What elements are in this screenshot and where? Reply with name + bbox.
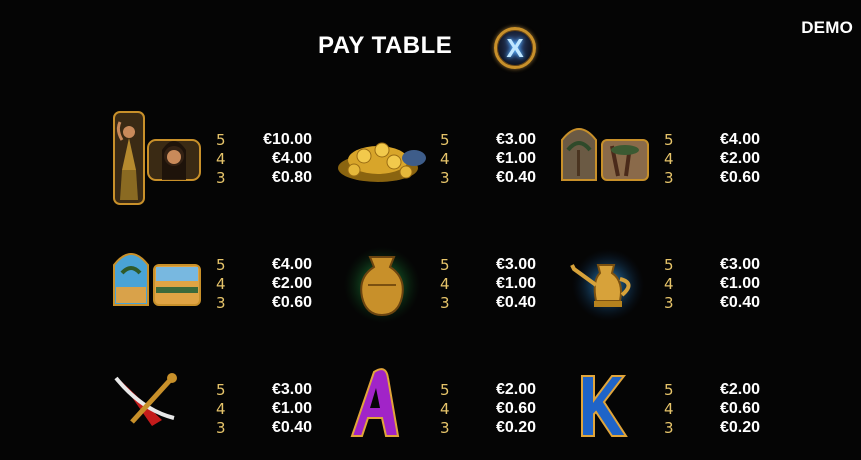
match-count: 3 — [440, 168, 450, 187]
golden-teapot-icon — [570, 249, 644, 321]
payout-value: €2.00 — [719, 380, 760, 398]
golden-vase-icon — [344, 247, 420, 323]
pay-list: 5 €2.00 4 €0.60 3 €0.20 — [664, 380, 760, 437]
match-count: 3 — [664, 293, 674, 312]
payout-value: €4.00 — [271, 255, 312, 273]
dancer-portrait-icon — [113, 111, 201, 205]
payout-value: €0.40 — [495, 168, 536, 186]
payout-value: €0.20 — [495, 418, 536, 436]
payout-value: €3.00 — [271, 380, 312, 398]
letter-a-icon — [350, 368, 400, 437]
match-count: 5 — [440, 130, 450, 149]
paytable-entry: 5 €2.00 4 €0.60 3 €0.20 — [336, 360, 561, 460]
paytable-entry: 5 €4.00 4 €2.00 3 €0.60 — [560, 110, 785, 210]
oasis-scene-icon — [113, 253, 201, 306]
payout-value: €0.80 — [271, 168, 312, 186]
page-title: PAY TABLE — [318, 32, 453, 59]
paytable-entry: 5 €3.00 4 €1.00 3 €0.40 — [336, 235, 561, 335]
paytable-entry: 5 €2.00 4 €0.60 3 €0.20 — [560, 360, 785, 460]
match-count: 4 — [440, 399, 450, 418]
letter-k-icon — [581, 375, 628, 437]
payout-value: €1.00 — [495, 149, 536, 167]
paytable-entry: 5 €10.00 4 €4.00 3 €0.80 — [112, 110, 337, 210]
demo-badge: DEMO — [801, 18, 853, 37]
pay-list: 5 €10.00 4 €4.00 3 €0.80 — [216, 130, 312, 187]
match-count: 5 — [216, 130, 226, 149]
payout-value: €4.00 — [719, 130, 760, 148]
paytable-entry: 5 €4.00 4 €2.00 3 €0.60 — [112, 235, 337, 335]
close-button[interactable]: X — [494, 27, 536, 69]
payout-value: €0.60 — [495, 399, 536, 417]
match-count: 5 — [440, 255, 450, 274]
match-count: 5 — [664, 130, 674, 149]
payout-value: €1.00 — [719, 274, 760, 292]
match-count: 4 — [664, 399, 674, 418]
match-count: 5 — [216, 380, 226, 399]
payout-value: €3.00 — [719, 255, 760, 273]
close-icon: X — [506, 33, 524, 63]
payout-value: €0.40 — [719, 293, 760, 311]
payout-value: €0.40 — [495, 293, 536, 311]
palm-arches-icon — [561, 128, 649, 181]
paytable-entry: 5 €3.00 4 €1.00 3 €0.40 — [112, 360, 337, 460]
payout-value: €0.60 — [719, 168, 760, 186]
pay-list: 5 €3.00 4 €1.00 3 €0.40 — [440, 255, 536, 312]
match-count: 5 — [216, 255, 226, 274]
payout-value: €4.00 — [271, 149, 312, 167]
paytable-entry: 5 €3.00 4 €1.00 3 €0.40 — [336, 110, 561, 210]
crossed-swords-icon — [114, 373, 177, 426]
payout-value: €3.00 — [495, 255, 536, 273]
match-count: 3 — [664, 168, 674, 187]
match-count: 4 — [664, 149, 674, 168]
payout-value: €1.00 — [271, 399, 312, 417]
match-count: 3 — [440, 293, 450, 312]
match-count: 4 — [440, 274, 450, 293]
match-count: 3 — [216, 168, 226, 187]
pay-list: 5 €4.00 4 €2.00 3 €0.60 — [664, 130, 760, 187]
pay-list: 5 €3.00 4 €1.00 3 €0.40 — [216, 380, 312, 437]
match-count: 5 — [664, 255, 674, 274]
payout-value: €0.60 — [719, 399, 760, 417]
match-count: 5 — [664, 380, 674, 399]
gold-coins-icon — [338, 142, 426, 182]
match-count: 3 — [216, 293, 226, 312]
pay-list: 5 €4.00 4 €2.00 3 €0.60 — [216, 255, 312, 312]
match-count: 3 — [216, 418, 226, 437]
match-count: 4 — [216, 399, 226, 418]
pay-list: 5 €2.00 4 €0.60 3 €0.20 — [440, 380, 536, 437]
match-count: 5 — [440, 380, 450, 399]
match-count: 3 — [440, 418, 450, 437]
match-count: 3 — [664, 418, 674, 437]
payout-value: €0.40 — [271, 418, 312, 436]
paytable-entry: 5 €3.00 4 €1.00 3 €0.40 — [560, 235, 785, 335]
match-count: 4 — [440, 149, 450, 168]
payout-value: €2.00 — [495, 380, 536, 398]
payout-value: €1.00 — [495, 274, 536, 292]
pay-list: 5 €3.00 4 €1.00 3 €0.40 — [440, 130, 536, 187]
match-count: 4 — [216, 274, 226, 293]
payout-value: €2.00 — [271, 274, 312, 292]
payout-value: €0.60 — [271, 293, 312, 311]
pay-list: 5 €3.00 4 €1.00 3 €0.40 — [664, 255, 760, 312]
payout-value: €3.00 — [495, 130, 536, 148]
payout-value: €0.20 — [719, 418, 760, 436]
payout-value: €2.00 — [719, 149, 760, 167]
match-count: 4 — [216, 149, 226, 168]
payout-value: €10.00 — [263, 130, 312, 148]
match-count: 4 — [664, 274, 674, 293]
